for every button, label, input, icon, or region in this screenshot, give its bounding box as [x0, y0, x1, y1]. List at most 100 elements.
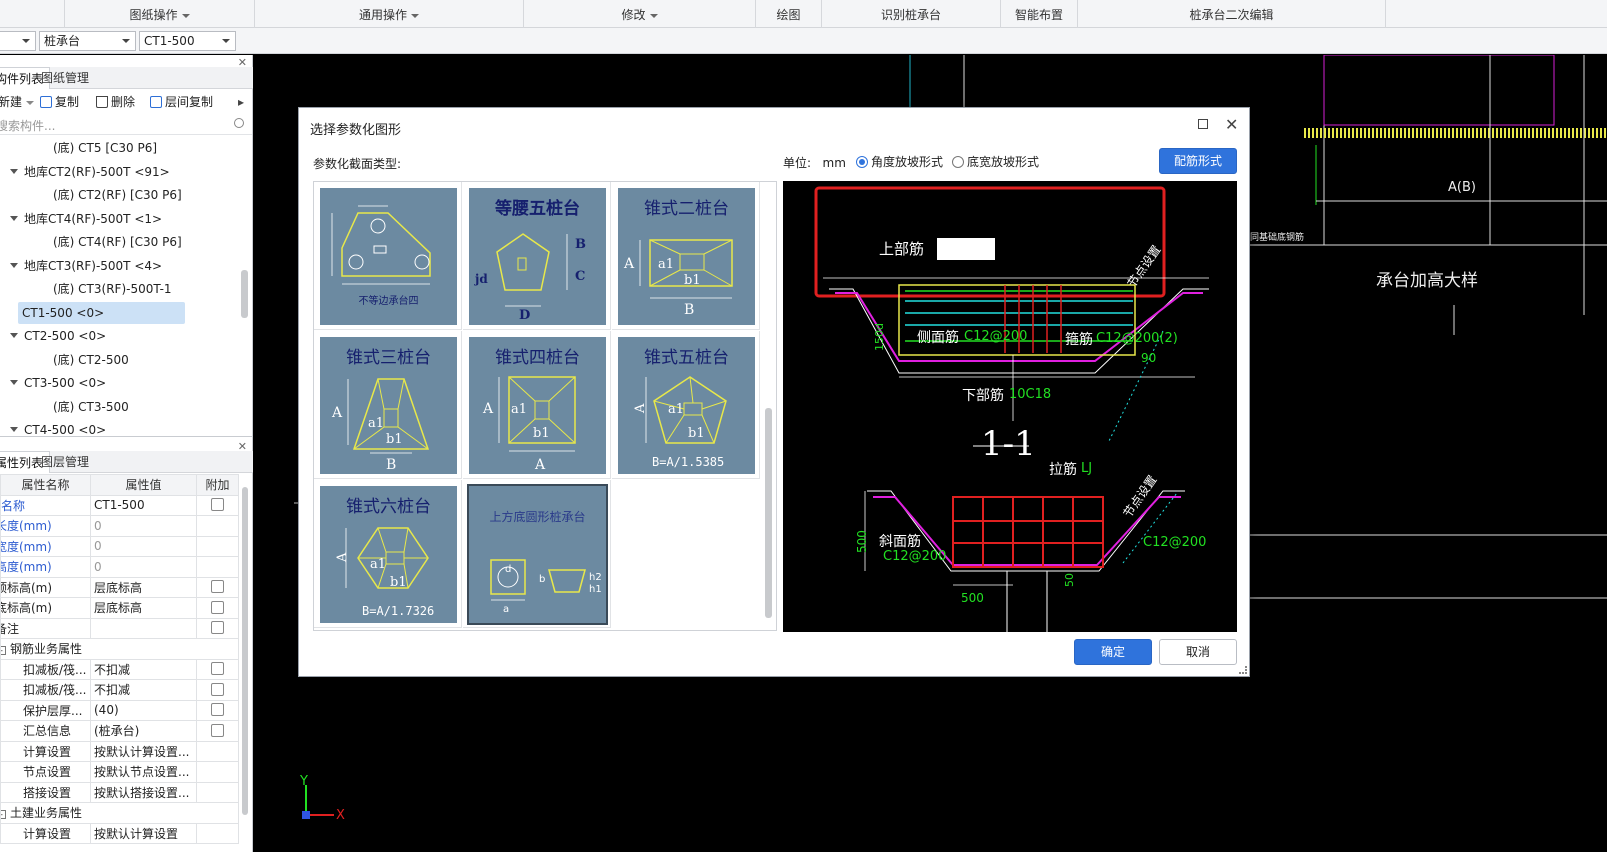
- prop-value[interactable]: 层底标高: [90, 597, 197, 619]
- component-select[interactable]: CT1-500: [139, 31, 236, 51]
- tree-item[interactable]: (底) CT4(RF) [C30 P6]: [0, 231, 240, 253]
- table-row[interactable]: 宽度(mm) 0: [0, 535, 239, 557]
- shape-cell-selected[interactable]: 上方底圆形桩承台 d b a h2 h1: [463, 480, 611, 628]
- radio-on-icon[interactable]: [856, 156, 868, 168]
- property-scrollbar[interactable]: [242, 487, 248, 815]
- checkbox[interactable]: [211, 600, 224, 614]
- checkbox[interactable]: [211, 723, 224, 737]
- resize-grip-icon[interactable]: [1239, 666, 1247, 674]
- table-row[interactable]: 搭接设置 按默认搭接设置...: [0, 781, 239, 803]
- table-row[interactable]: 汇总信息 (桩承台): [0, 720, 239, 742]
- prop-value[interactable]: (40): [90, 699, 197, 721]
- prop-value[interactable]: 不扣减: [90, 679, 197, 701]
- ribbon-secondary-edit[interactable]: 桩承台二次编辑: [1078, 0, 1386, 28]
- tree-item[interactable]: CT2-500 <0>: [0, 325, 240, 347]
- shape-thumb[interactable]: 锥式二桩台 A a1 b1 B: [618, 188, 755, 325]
- prop-value[interactable]: 0: [90, 556, 197, 578]
- collapse-icon[interactable]: -: [1, 646, 6, 656]
- floor-copy-button[interactable]: 层间复制: [150, 93, 213, 111]
- ribbon-draw[interactable]: 绘图: [756, 0, 822, 28]
- shape-thumb[interactable]: 锥式三桩台 A a1 b1 B: [320, 337, 457, 474]
- tree-item[interactable]: 地库CT2(RF)-500T <91>: [0, 161, 240, 183]
- ok-button[interactable]: 确定: [1074, 639, 1152, 665]
- prop-value[interactable]: 0: [90, 535, 197, 557]
- floor-select[interactable]: [0, 31, 36, 51]
- table-row[interactable]: 节点设置 按默认节点设置...: [0, 761, 239, 783]
- checkbox[interactable]: [211, 703, 224, 717]
- tree-item[interactable]: CT4-500 <0>: [0, 419, 240, 441]
- table-row[interactable]: 扣减板/筏... 不扣减: [0, 679, 239, 701]
- table-row[interactable]: 备注: [0, 617, 239, 639]
- tab-layer-manage[interactable]: 图层管理: [35, 451, 95, 473]
- tree-item[interactable]: CT3-500 <0>: [0, 372, 240, 394]
- collapse-icon[interactable]: -: [1, 810, 6, 820]
- checkbox[interactable]: [211, 580, 224, 594]
- search-icon[interactable]: [234, 118, 244, 128]
- cancel-button[interactable]: 取消: [1159, 639, 1237, 665]
- prop-value[interactable]: 按默认计算设置...: [90, 740, 197, 762]
- copy-button[interactable]: 复制: [40, 93, 79, 111]
- ribbon-drawing-ops[interactable]: 图纸操作: [65, 0, 255, 28]
- shape-cell[interactable]: 锥式三桩台 A a1 b1 B: [314, 331, 462, 479]
- tree-item[interactable]: (底) CT2-500: [0, 349, 240, 371]
- prop-value[interactable]: 不扣减: [90, 658, 197, 680]
- table-row[interactable]: 保护层厚... (40): [0, 699, 239, 721]
- prop-value[interactable]: (桩承台): [90, 720, 197, 742]
- ribbon-smart-layout[interactable]: 智能布置: [1001, 0, 1078, 28]
- ribbon-identify[interactable]: 识别桩承台: [822, 0, 1001, 28]
- table-row[interactable]: 名称 CT1-500: [0, 494, 239, 516]
- component-search[interactable]: 搜索构件...: [0, 115, 252, 135]
- table-row-group[interactable]: -钢筋业务属性: [0, 638, 239, 660]
- table-row[interactable]: 扣减板/筏... 不扣减: [0, 658, 239, 680]
- prop-value[interactable]: [90, 617, 197, 639]
- shape-cell[interactable]: 锥式五桩台 A a1 b1 B=A/1.5385: [612, 331, 760, 479]
- shape-cell[interactable]: 不等边承台四: [314, 182, 462, 330]
- shape-thumb[interactable]: 锥式六桩台 A a1 b1 B=A/1.7326: [320, 486, 457, 623]
- shape-thumb[interactable]: 上方底圆形桩承台 d b a h2 h1: [467, 484, 608, 625]
- shape-thumb[interactable]: 等腰五桩台 B C D jd: [469, 188, 606, 325]
- tree-item[interactable]: (底) CT3-500: [0, 396, 240, 418]
- checkbox[interactable]: [211, 682, 224, 696]
- checkbox[interactable]: [211, 621, 224, 635]
- table-row[interactable]: 高度(mm) 0: [0, 556, 239, 578]
- close-icon[interactable]: ✕: [1225, 115, 1238, 134]
- more-icon[interactable]: ▸: [238, 93, 244, 111]
- table-row[interactable]: 长度(mm) 0: [0, 515, 239, 537]
- tree-item-selected[interactable]: CT1-500 <0>: [0, 301, 240, 324]
- shape-cell[interactable]: 锥式二桩台 A a1 b1 B: [612, 182, 760, 330]
- table-row-group[interactable]: -土建业务属性: [0, 802, 239, 824]
- collapse-icon[interactable]: [10, 380, 18, 385]
- shape-cell[interactable]: 锥式四桩台 A a1 b1 A: [463, 331, 611, 479]
- shape-thumb[interactable]: 锥式四桩台 A a1 b1 A: [469, 337, 606, 474]
- shape-cell[interactable]: 等腰五桩台 B C D jd: [463, 182, 611, 330]
- tree-item[interactable]: 地库CT3(RF)-500T <4>: [0, 255, 240, 277]
- checkbox[interactable]: [211, 662, 224, 676]
- shape-thumb[interactable]: 不等边承台四: [320, 188, 457, 325]
- prop-value[interactable]: CT1-500: [90, 494, 197, 516]
- shape-cell[interactable]: 锥式六桩台 A a1 b1 B=A/1.7326: [314, 480, 462, 628]
- delete-button[interactable]: 删除: [96, 93, 135, 111]
- tree-item[interactable]: (底) CT2(RF) [C30 P6]: [0, 184, 240, 206]
- radio-off-icon[interactable]: [952, 156, 964, 168]
- rebar-form-button[interactable]: 配筋形式: [1159, 148, 1237, 174]
- tree-item[interactable]: (底) CT3(RF)-500T-1: [0, 278, 240, 300]
- prop-value[interactable]: 按默认节点设置...: [90, 761, 197, 783]
- tab-drawing-manage[interactable]: 图纸管理: [35, 67, 95, 89]
- grid-scrollbar[interactable]: [765, 408, 772, 618]
- prop-value[interactable]: 按默认计算设置: [90, 822, 197, 844]
- collapse-icon[interactable]: [10, 427, 18, 432]
- collapse-icon[interactable]: [10, 262, 18, 268]
- search-input[interactable]: 搜索构件...: [0, 117, 55, 134]
- table-row[interactable]: 底标高(m) 层底标高: [0, 597, 239, 619]
- maximize-icon[interactable]: [1198, 119, 1208, 129]
- prop-value[interactable]: 按默认搭接设置...: [90, 781, 197, 803]
- table-row[interactable]: 计算设置 按默认计算设置...: [0, 740, 239, 762]
- ribbon-modify[interactable]: 修改: [524, 0, 756, 28]
- tree-scrollbar[interactable]: [241, 270, 248, 318]
- tree-item[interactable]: (底) CT5 [C30 P6]: [0, 137, 240, 159]
- new-button[interactable]: 新建: [0, 93, 35, 111]
- prop-value[interactable]: 0: [90, 515, 197, 537]
- tree-item[interactable]: 地库CT4(RF)-500T <1>: [0, 208, 240, 230]
- shape-thumb[interactable]: 锥式五桩台 A a1 b1 B=A/1.5385: [618, 337, 755, 474]
- type-select[interactable]: 桩承台: [39, 31, 136, 51]
